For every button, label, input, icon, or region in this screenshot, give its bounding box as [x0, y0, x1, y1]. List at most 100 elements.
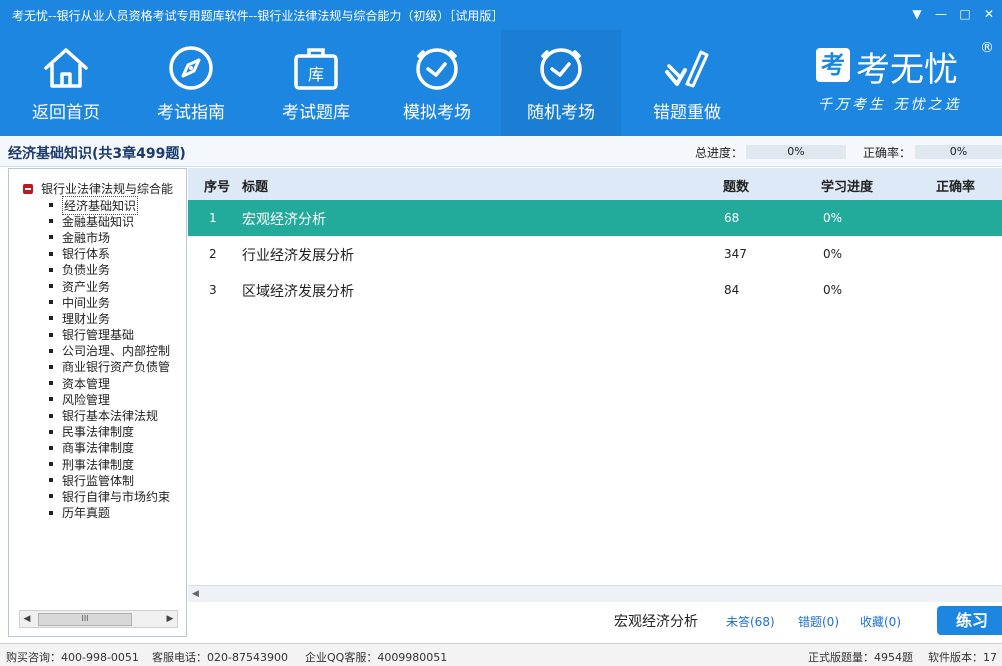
row-progress: 0%	[823, 211, 843, 225]
tree-root-label: 银行业法律法规与综合能	[41, 182, 174, 196]
tree-item-label: 银行基本法律法规	[62, 409, 159, 424]
clock-icon	[416, 48, 458, 90]
minimize-button[interactable]: —	[934, 6, 948, 22]
toolbar-random-exam-label: 随机考场	[527, 103, 595, 123]
table-row[interactable]: 3 区域经济发展分析 84 0%	[188, 272, 1002, 308]
tree-root[interactable]: 银行业法律法规与综合能	[23, 180, 173, 197]
accuracy-label: 正确率：	[863, 146, 912, 160]
toolbar-home-button[interactable]: 返回首页	[6, 30, 126, 136]
bullet-icon	[49, 397, 53, 402]
course-header: 经济基础知识(共3章499题) 总进度： 0% 正确率： 0%	[0, 136, 1002, 167]
bullet-icon	[49, 316, 53, 321]
chapter-tree: 银行业法律法规与综合能 经济基础知识 金融基础知识 金融市场 银行体系 负债业务 资产业务…	[8, 168, 187, 637]
menu-dropdown-button[interactable]: ▼	[910, 6, 924, 22]
table-hscrollbar[interactable]: ◀	[188, 585, 1002, 602]
row-count: 347	[724, 247, 747, 261]
tree-item[interactable]: 资本管理	[43, 375, 170, 391]
row-index: 3	[209, 283, 217, 297]
tree-item[interactable]: 金融基础知识	[43, 213, 170, 229]
row-index: 1	[209, 211, 217, 225]
bullet-icon	[49, 203, 53, 208]
tree-items: 经济基础知识 金融基础知识 金融市场 银行体系 负债业务 资产业务 中间业务 理财业务银行管理…	[43, 195, 170, 521]
total-progress-label: 总进度：	[695, 146, 744, 160]
bullet-icon	[49, 381, 53, 386]
tree-item-label: 金融基础知识	[62, 214, 135, 229]
tree-item-label: 理财业务	[62, 311, 111, 326]
collapse-icon[interactable]	[23, 183, 33, 194]
window-controls: ▼ — □ ✕	[910, 6, 996, 22]
tree-item[interactable]: 中间业务	[43, 294, 170, 310]
tree-item[interactable]: 银行基本法律法规	[43, 407, 170, 423]
question-count: 正式版题量：4954题	[808, 651, 913, 664]
tree-item[interactable]: 商事法律制度	[43, 440, 170, 456]
tree-item-label: 商业银行资产负债管	[62, 360, 171, 375]
scroll-left-arrow[interactable]: ◀	[20, 611, 34, 627]
toolbar-bank-label: 考试题库	[282, 103, 350, 123]
main-toolbar: 返回首页 考试指南 库 考试题库 模拟考场 随机考场 错题重做 考 考无忧 ® …	[0, 30, 1002, 136]
tree-item[interactable]: 历年真题	[43, 505, 170, 521]
tree-item[interactable]: 经济基础知识	[43, 195, 170, 215]
tree-item-label: 民事法律制度	[62, 425, 135, 440]
tree-item[interactable]: 银行体系	[43, 246, 170, 262]
toolbar-redo-wrong-button[interactable]: 错题重做	[627, 30, 747, 136]
toolbar-random-exam-button[interactable]: 随机考场	[501, 30, 621, 136]
practice-button[interactable]: 练习	[937, 606, 1002, 635]
registered-mark: ®	[980, 40, 994, 56]
sidebar-hscrollbar[interactable]: ◀ III ▶	[19, 610, 178, 628]
row-index: 2	[209, 247, 217, 261]
tree-item[interactable]: 资产业务	[43, 278, 170, 294]
row-progress: 0%	[823, 247, 843, 261]
accuracy-value: 0%	[915, 145, 1002, 159]
header-accuracy: 正确率	[936, 180, 976, 195]
total-progress-value: 0%	[746, 145, 846, 159]
row-count: 68	[724, 211, 740, 225]
header-title: 标题	[242, 180, 269, 195]
row-title: 区域经济发展分析	[242, 284, 354, 300]
toolbar-redo-wrong-label: 错题重做	[653, 103, 721, 123]
tree-item[interactable]: 公司治理、内部控制	[43, 343, 170, 359]
tree-item[interactable]: 风险管理	[43, 391, 170, 407]
briefcase-icon: 库	[294, 48, 338, 90]
clock-icon	[540, 48, 582, 90]
bullet-icon	[49, 478, 53, 483]
header-index: 序号	[204, 180, 231, 195]
table-scroll-left-arrow[interactable]: ◀	[192, 586, 199, 602]
tree-item[interactable]: 银行监管体制	[43, 472, 170, 488]
course-title: 经济基础知识(共3章499题)	[8, 146, 186, 162]
table-row[interactable]: 1 宏观经济分析 68 0%	[188, 200, 1002, 236]
tree-item-label: 经济基础知识	[62, 195, 139, 215]
tree-item[interactable]: 金融市场	[43, 229, 170, 245]
maximize-button[interactable]: □	[958, 6, 972, 22]
toolbar-mock-exam-label: 模拟考场	[403, 103, 471, 123]
scroll-right-arrow[interactable]: ▶	[163, 611, 177, 627]
bullet-icon	[49, 445, 53, 450]
tree-item-label: 银行监管体制	[62, 473, 135, 488]
tree-item[interactable]: 负债业务	[43, 262, 170, 278]
bullet-icon	[49, 219, 53, 224]
unanswered-link[interactable]: 未答(68)	[726, 613, 775, 630]
tree-item[interactable]: 刑事法律制度	[43, 456, 170, 472]
tree-item[interactable]: 理财业务	[43, 310, 170, 326]
tree-item[interactable]: 银行管理基础	[43, 327, 170, 343]
toolbar-guide-label: 考试指南	[157, 103, 225, 123]
toolbar-guide-button[interactable]: 考试指南	[131, 30, 251, 136]
tree-item[interactable]: 银行自律与市场约束	[43, 488, 170, 504]
toolbar-bank-button[interactable]: 库 考试题库	[256, 30, 376, 136]
toolbar-mock-exam-button[interactable]: 模拟考场	[377, 30, 497, 136]
wrong-link[interactable]: 错题(0)	[798, 613, 839, 630]
tree-item-label: 银行管理基础	[62, 328, 135, 343]
svg-text:库: 库	[308, 65, 324, 84]
favorites-link[interactable]: 收藏(0)	[860, 613, 901, 630]
status-bar: 购买咨询：400-998-0051 客服电话：020-87543900 企业QQ…	[0, 643, 1002, 666]
compass-icon	[169, 46, 213, 90]
tree-item[interactable]: 民事法律制度	[43, 424, 170, 440]
tree-item[interactable]: 商业银行资产负债管	[43, 359, 170, 375]
table-row[interactable]: 2 行业经济发展分析 347 0%	[188, 236, 1002, 272]
bullet-icon	[49, 364, 53, 369]
toolbar-home-label: 返回首页	[32, 103, 100, 123]
bullet-icon	[49, 510, 53, 515]
close-button[interactable]: ✕	[982, 6, 996, 22]
tree-item-label: 银行自律与市场约束	[62, 489, 171, 504]
check-pen-icon	[665, 50, 709, 88]
scroll-thumb[interactable]: III	[38, 613, 132, 626]
